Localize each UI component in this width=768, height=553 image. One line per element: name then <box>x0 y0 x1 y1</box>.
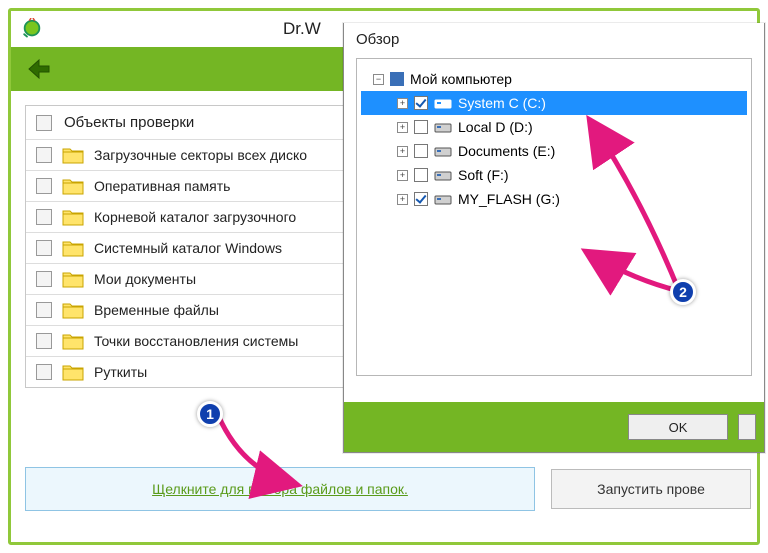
cancel-button[interactable] <box>738 414 756 440</box>
start-scan-button[interactable]: Запустить прове <box>551 469 751 509</box>
ok-button-label: OK <box>669 420 688 435</box>
folder-icon <box>62 301 84 319</box>
drive-icon <box>434 192 452 206</box>
tree-drive-row[interactable]: + MY_FLASH (G:) <box>361 187 747 211</box>
drive-checkbox[interactable] <box>414 168 428 182</box>
scan-item-label: Системный каталог Windows <box>94 240 282 256</box>
scan-item-checkbox[interactable] <box>36 302 52 318</box>
scan-header-label: Объекты проверки <box>64 114 194 131</box>
folder-icon <box>62 177 84 195</box>
folder-icon <box>62 270 84 288</box>
tree-drive-row[interactable]: + Documents (E:) <box>361 139 747 163</box>
folder-icon <box>62 363 84 381</box>
drive-icon <box>434 120 452 134</box>
drive-label: MY_FLASH (G:) <box>458 191 560 207</box>
drive-checkbox[interactable] <box>414 192 428 206</box>
expander-icon[interactable]: + <box>397 122 408 133</box>
select-files-bar: Щелкните для выбора файлов и папок. <box>25 467 535 511</box>
expander-icon[interactable]: + <box>397 194 408 205</box>
scan-item-label: Корневой каталог загрузочного <box>94 209 296 225</box>
browse-dialog: Обзор − Мой компьютер + System C (C:) + Loc… <box>343 23 765 453</box>
tree-drive-row[interactable]: + System C (C:) <box>361 91 747 115</box>
dialog-button-bar: OK <box>344 402 764 452</box>
tree-root[interactable]: − Мой компьютер <box>361 67 747 91</box>
drive-icon <box>434 168 452 182</box>
scan-item-checkbox[interactable] <box>36 178 52 194</box>
tree-root-label: Мой компьютер <box>410 71 512 87</box>
folder-icon <box>62 208 84 226</box>
tree-drive-row[interactable]: + Soft (F:) <box>361 163 747 187</box>
app-window: Dr.W Объекты проверки Загрузочные сектор… <box>8 8 760 545</box>
app-title: Dr.W <box>283 19 321 39</box>
scan-item-checkbox[interactable] <box>36 271 52 287</box>
root-checkbox[interactable] <box>390 72 404 86</box>
expander-icon[interactable]: − <box>373 74 384 85</box>
scan-item-label: Руткиты <box>94 364 147 380</box>
drive-label: Local D (D:) <box>458 119 533 135</box>
drive-checkbox[interactable] <box>414 96 428 110</box>
scan-item-checkbox[interactable] <box>36 364 52 380</box>
browse-dialog-title: Обзор <box>344 23 764 58</box>
app-logo-icon <box>21 18 43 40</box>
expander-icon[interactable]: + <box>397 98 408 109</box>
drive-checkbox[interactable] <box>414 120 428 134</box>
drive-label: Documents (E:) <box>458 143 555 159</box>
annotation-badge-1: 1 <box>197 401 223 427</box>
drive-label: System C (C:) <box>458 95 546 111</box>
scan-item-label: Оперативная память <box>94 178 230 194</box>
scan-item-label: Временные файлы <box>94 302 219 318</box>
drive-icon <box>434 96 452 110</box>
back-arrow-icon[interactable] <box>25 58 53 80</box>
drive-tree: − Мой компьютер + System C (C:) + Local D (… <box>356 58 752 376</box>
select-files-link[interactable]: Щелкните для выбора файлов и папок. <box>152 481 408 497</box>
folder-icon <box>62 239 84 257</box>
annotation-badge-2: 2 <box>670 279 696 305</box>
scan-item-checkbox[interactable] <box>36 333 52 349</box>
ok-button[interactable]: OK <box>628 414 728 440</box>
scan-item-label: Загрузочные секторы всех диско <box>94 147 307 163</box>
drive-label: Soft (F:) <box>458 167 509 183</box>
drive-checkbox[interactable] <box>414 144 428 158</box>
start-scan-label: Запустить прове <box>597 481 705 497</box>
select-all-checkbox[interactable] <box>36 115 52 131</box>
folder-icon <box>62 146 84 164</box>
expander-icon[interactable]: + <box>397 170 408 181</box>
scan-item-checkbox[interactable] <box>36 240 52 256</box>
drive-icon <box>434 144 452 158</box>
scan-item-checkbox[interactable] <box>36 209 52 225</box>
scan-item-checkbox[interactable] <box>36 147 52 163</box>
folder-icon <box>62 332 84 350</box>
expander-icon[interactable]: + <box>397 146 408 157</box>
scan-item-label: Точки восстановления системы <box>94 333 298 349</box>
scan-item-label: Мои документы <box>94 271 196 287</box>
tree-drive-row[interactable]: + Local D (D:) <box>361 115 747 139</box>
